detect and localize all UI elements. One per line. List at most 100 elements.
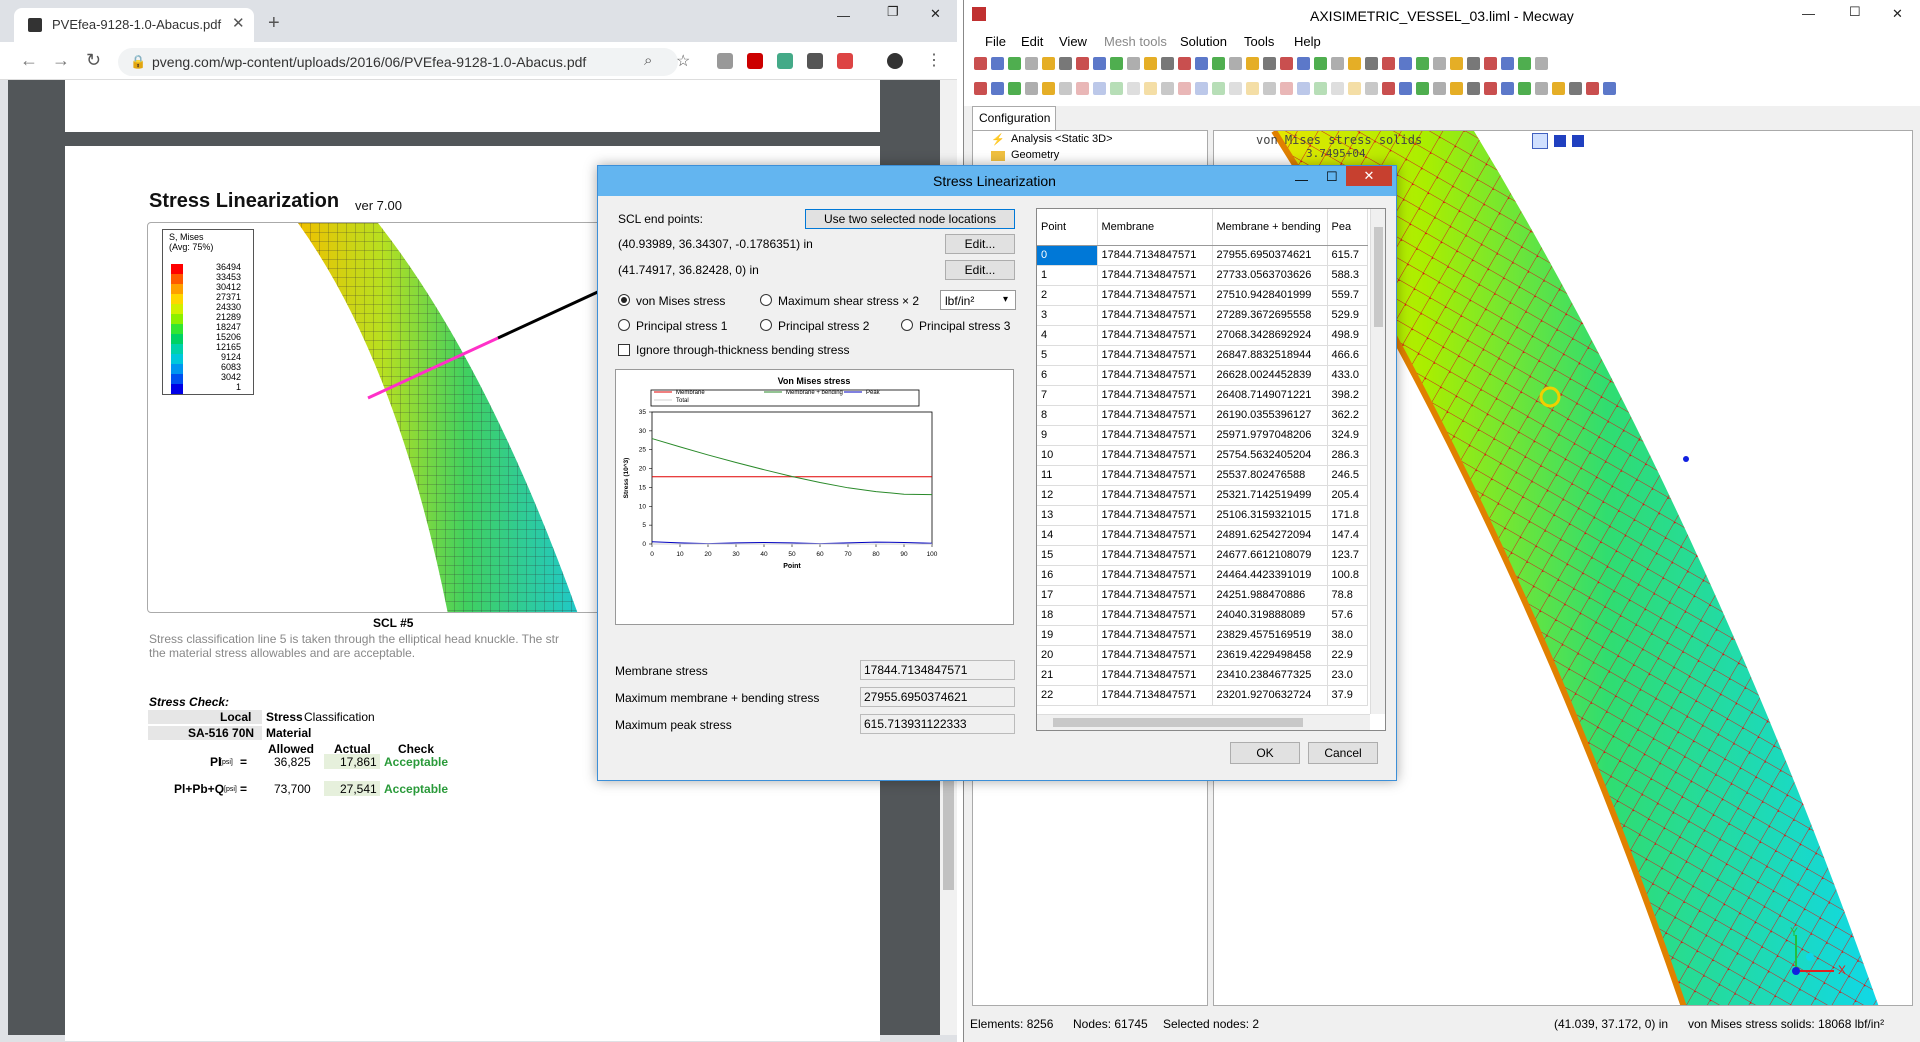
edit-point1-button[interactable]: Edit... (945, 234, 1015, 254)
toolbar-tool-icon[interactable] (1603, 82, 1616, 95)
table-row[interactable]: 3 17844.7134847571 27289.3672695558 529.9 (1037, 305, 1368, 326)
maximize-icon[interactable]: ❐ (887, 4, 899, 20)
toolbar-tool-icon[interactable] (974, 57, 987, 70)
toolbar-tool-icon[interactable] (1280, 57, 1293, 70)
toolbar-tool-icon[interactable] (1110, 57, 1123, 70)
tree-item-geometry[interactable]: Geometry (1011, 149, 1059, 161)
cancel-button[interactable]: Cancel (1308, 742, 1378, 764)
toolbar-tool-icon[interactable] (1416, 57, 1429, 70)
close-window-icon[interactable]: ✕ (930, 6, 941, 22)
toolbar-tool-icon[interactable] (1059, 57, 1072, 70)
toolbar-tool-icon[interactable] (1484, 82, 1497, 95)
radio-principal-1[interactable] (618, 319, 630, 331)
membrane-stress-field[interactable]: 17844.7134847571 (860, 660, 1015, 680)
toolbar-tool-icon[interactable] (1280, 82, 1293, 95)
column-header[interactable]: Pea (1327, 209, 1368, 246)
toolbar-tool-icon[interactable] (1246, 57, 1259, 70)
extension-icon[interactable] (807, 53, 823, 69)
table-row[interactable]: 19 17844.7134847571 23829.4575169519 38.0 (1037, 625, 1368, 646)
close-tab-icon[interactable]: ✕ (232, 14, 245, 32)
toolbar-tool-icon[interactable] (1433, 82, 1446, 95)
toolbar-tool-icon[interactable] (1161, 82, 1174, 95)
extension-icon[interactable] (777, 53, 793, 69)
table-row[interactable]: 5 17844.7134847571 26847.8832518944 466.6 (1037, 345, 1368, 366)
toolbar-tool-icon[interactable] (1263, 57, 1276, 70)
edit-point2-button[interactable]: Edit... (945, 260, 1015, 280)
table-row[interactable]: 7 17844.7134847571 26408.7149071221 398.2 (1037, 385, 1368, 406)
scrollbar-thumb[interactable] (943, 770, 954, 890)
use-nodes-button[interactable]: Use two selected node locations (805, 209, 1015, 229)
toolbar-tool-icon[interactable] (1246, 82, 1259, 95)
toolbar-tool-icon[interactable] (1008, 82, 1021, 95)
table-row[interactable]: 17 17844.7134847571 24251.988470886 78.8 (1037, 585, 1368, 606)
toolbar-tool-icon[interactable] (1059, 82, 1072, 95)
toolbar-tool-icon[interactable] (1535, 82, 1548, 95)
toolbar-tool-icon[interactable] (1144, 82, 1157, 95)
toolbar-tool-icon[interactable] (1195, 82, 1208, 95)
tree-item-analysis[interactable]: Analysis <Static 3D> (1011, 133, 1113, 145)
menu-view[interactable]: View (1059, 34, 1087, 49)
view-cube-icon[interactable] (1532, 133, 1548, 149)
toolbar-tool-icon[interactable] (1382, 57, 1395, 70)
view-iso-icon[interactable] (1572, 135, 1584, 147)
browser-tab[interactable]: PVEfea-9128-1.0-Abacus.pdf ✕ (14, 8, 254, 42)
toolbar-tool-icon[interactable] (1212, 57, 1225, 70)
toolbar-tool-icon[interactable] (1416, 82, 1429, 95)
toolbar-tool-icon[interactable] (1025, 57, 1038, 70)
table-row[interactable]: 1 17844.7134847571 27733.0563703626 588.3 (1037, 265, 1368, 286)
scrollbar-thumb[interactable] (1053, 718, 1303, 727)
close-window-icon[interactable]: ✕ (1892, 6, 1903, 22)
menu-tools[interactable]: Tools (1244, 34, 1274, 49)
radio-principal-3[interactable] (901, 319, 913, 331)
toolbar-tool-icon[interactable] (1501, 57, 1514, 70)
tab-configuration[interactable]: Configuration (972, 106, 1056, 130)
toolbar-tool-icon[interactable] (1314, 57, 1327, 70)
toolbar-tool-icon[interactable] (1348, 57, 1361, 70)
table-row[interactable]: 20 17844.7134847571 23619.4229498458 22.9 (1037, 645, 1368, 666)
toolbar-tool-icon[interactable] (1450, 57, 1463, 70)
toolbar-tool-icon[interactable] (1467, 82, 1480, 95)
table-row[interactable]: 15 17844.7134847571 24677.6612108079 123.7 (1037, 545, 1368, 566)
toolbar-tool-icon[interactable] (1042, 57, 1055, 70)
maximize-icon[interactable]: ☐ (1849, 4, 1861, 20)
toolbar-tool-icon[interactable] (1348, 82, 1361, 95)
gmail-icon[interactable] (837, 53, 853, 69)
table-row[interactable]: 13 17844.7134847571 25106.3159321015 171.8 (1037, 505, 1368, 526)
toolbar-tool-icon[interactable] (1331, 82, 1344, 95)
table-row[interactable]: 21 17844.7134847571 23410.2384677325 23.0 (1037, 665, 1368, 686)
table-row[interactable]: 9 17844.7134847571 25971.9797048206 324.9 (1037, 425, 1368, 446)
menu-mesh-tools[interactable]: Mesh tools (1104, 34, 1167, 49)
column-header[interactable]: Membrane + bending (1212, 209, 1328, 246)
menu-file[interactable]: File (985, 34, 1006, 49)
profile-avatar[interactable] (887, 53, 903, 69)
toolbar-tool-icon[interactable] (1093, 57, 1106, 70)
minimize-icon[interactable]: — (1295, 172, 1308, 187)
toolbar-tool-icon[interactable] (1382, 82, 1395, 95)
view-front-icon[interactable] (1554, 135, 1566, 147)
toolbar-tool-icon[interactable] (1450, 82, 1463, 95)
toolbar-tool-icon[interactable] (1127, 57, 1140, 70)
toolbar-tool-icon[interactable] (1365, 82, 1378, 95)
results-table[interactable]: Point Membrane Membrane + bending Pea 0 1784… (1036, 208, 1386, 731)
toolbar-tool-icon[interactable] (974, 82, 987, 95)
table-row[interactable]: 11 17844.7134847571 25537.802476588 246.5 (1037, 465, 1368, 486)
toolbar-tool-icon[interactable] (1229, 82, 1242, 95)
table-hscrollbar[interactable] (1037, 714, 1370, 730)
toolbar-tool-icon[interactable] (1229, 57, 1242, 70)
toolbar-tool-icon[interactable] (1297, 57, 1310, 70)
scrollbar-thumb[interactable] (1374, 227, 1383, 327)
toolbar-tool-icon[interactable] (1178, 57, 1191, 70)
unit-select[interactable]: lbf/in² ▾ (940, 290, 1016, 310)
toolbar-tool-icon[interactable] (1399, 82, 1412, 95)
toolbar-tool-icon[interactable] (1314, 82, 1327, 95)
table-row[interactable]: 6 17844.7134847571 26628.0024452839 433.0 (1037, 365, 1368, 386)
menu-help[interactable]: Help (1294, 34, 1321, 49)
toolbar-tool-icon[interactable] (1212, 82, 1225, 95)
maximize-icon[interactable]: ☐ (1326, 169, 1338, 185)
toolbar-tool-icon[interactable] (1042, 82, 1055, 95)
table-row[interactable]: 2 17844.7134847571 27510.9428401999 559.7 (1037, 285, 1368, 306)
toolbar-tool-icon[interactable] (1518, 57, 1531, 70)
table-row[interactable]: 12 17844.7134847571 25321.7142519499 205.4 (1037, 485, 1368, 506)
dialog-close-icon[interactable]: ✕ (1346, 166, 1392, 186)
menu-dots-icon[interactable]: ⋮ (926, 50, 942, 70)
